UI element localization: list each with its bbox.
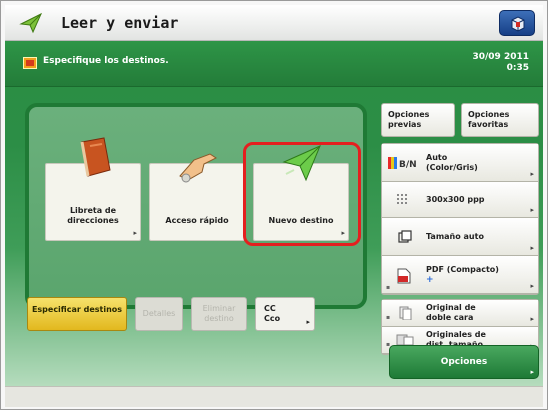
scan-size-button[interactable]: Tamaño auto ▸ [382, 218, 538, 256]
duplex-value: Original de doble cara [426, 303, 476, 323]
chevron-right-icon: ▸ [306, 318, 310, 326]
resolution-button[interactable]: 300x300 ppp ▸ [382, 182, 538, 218]
address-book-label: Libreta de direcciones [67, 206, 119, 225]
previous-options-button[interactable]: Opciones previas [381, 103, 455, 137]
remove-destination-button[interactable]: Eliminar destino [191, 297, 247, 331]
mixed-size-line1: Originales de [426, 330, 486, 339]
cc-bcc-button[interactable]: CC Cco ▸ [255, 297, 315, 331]
title-bar: Leer y enviar [5, 5, 543, 41]
footer-bar [5, 386, 543, 407]
chevron-right-icon: ▸ [530, 170, 534, 178]
screen: Leer y enviar Especifique los destinos. … [0, 0, 548, 410]
info-icon [23, 57, 37, 69]
quick-access-label: Acceso rápido [165, 216, 229, 225]
pdf-file-icon [396, 268, 414, 283]
status-message: Especifique los destinos. [43, 56, 169, 66]
color-icon-label: B/N [399, 160, 417, 170]
machine-settings-button[interactable] [499, 10, 535, 36]
cc-label: CC [264, 304, 276, 313]
time-label: 0:35 [506, 63, 529, 73]
date-label: 30/09 2011 [472, 52, 529, 62]
chevron-right-icon: ▸ [530, 368, 534, 376]
chevron-right-icon: ▸ [530, 282, 534, 290]
duplex-original-button[interactable]: Original de doble cara ▸ ▪ [382, 300, 538, 327]
color-mode-button[interactable]: B/N Auto (Color/Gris) ▸ [382, 144, 538, 182]
address-book-button[interactable]: Libreta de direcciones ▸ [45, 137, 141, 241]
duplex-line2: doble cara [426, 313, 474, 322]
file-format-line1: PDF (Compacto) [426, 264, 499, 274]
date-time: 30/09 2011 0:35 [472, 52, 529, 74]
quick-access-button[interactable]: Acceso rápido [149, 153, 245, 241]
scan-settings-group: B/N Auto (Color/Gris) ▸ 300x300 ppp ▸ Ta… [381, 143, 539, 295]
favorite-options-button[interactable]: Opciones favoritas [461, 103, 539, 137]
file-format-button[interactable]: PDF (Compacto) + ▸ [382, 256, 538, 294]
duplex-line1: Original de [426, 303, 476, 312]
destination-panel: Libreta de direcciones ▸ Acceso rápido N… [25, 103, 367, 309]
highlight-frame [243, 142, 361, 246]
settings-column: Opciones previas Opciones favoritas B/N … [381, 103, 539, 355]
options-label: Opciones [440, 357, 488, 367]
color-mode-icon: B/N [388, 156, 420, 170]
group-indicator-icon: ▪ [386, 284, 391, 291]
scan-size-icon [398, 229, 416, 244]
pointing-hand-icon [179, 153, 217, 183]
scan-size-value: Tamaño auto [426, 231, 484, 241]
address-book-icon [80, 137, 111, 177]
options-button[interactable]: Opciones ▸ [389, 345, 539, 379]
chevron-right-icon: ▸ [530, 244, 534, 252]
add-icon: + [426, 274, 434, 285]
color-mode-line1: Auto [426, 152, 448, 162]
file-format-value: PDF (Compacto) + [426, 265, 499, 285]
color-mode-value: Auto (Color/Gris) [426, 153, 478, 173]
app-title: Leer y enviar [61, 14, 179, 32]
chevron-right-icon: ▸ [133, 229, 137, 237]
resolution-value: 300x300 ppp [426, 194, 485, 204]
group-indicator-icon: ▪ [386, 314, 391, 321]
status-bar: Especifique los destinos. 30/09 2011 0:3… [5, 41, 543, 87]
send-arrow-icon [19, 12, 43, 34]
chevron-right-icon: ▸ [530, 315, 534, 323]
resolution-icon [396, 193, 414, 207]
details-button[interactable]: Detalles [135, 297, 183, 331]
chevron-right-icon: ▸ [530, 206, 534, 214]
machine-settings-icon [511, 16, 525, 32]
main-area: Especifique los destinos. 30/09 2011 0:3… [5, 41, 543, 386]
duplex-icon [398, 306, 416, 321]
color-mode-line2: (Color/Gris) [426, 162, 478, 172]
specify-destinations-button[interactable]: Especificar destinos [27, 297, 127, 331]
